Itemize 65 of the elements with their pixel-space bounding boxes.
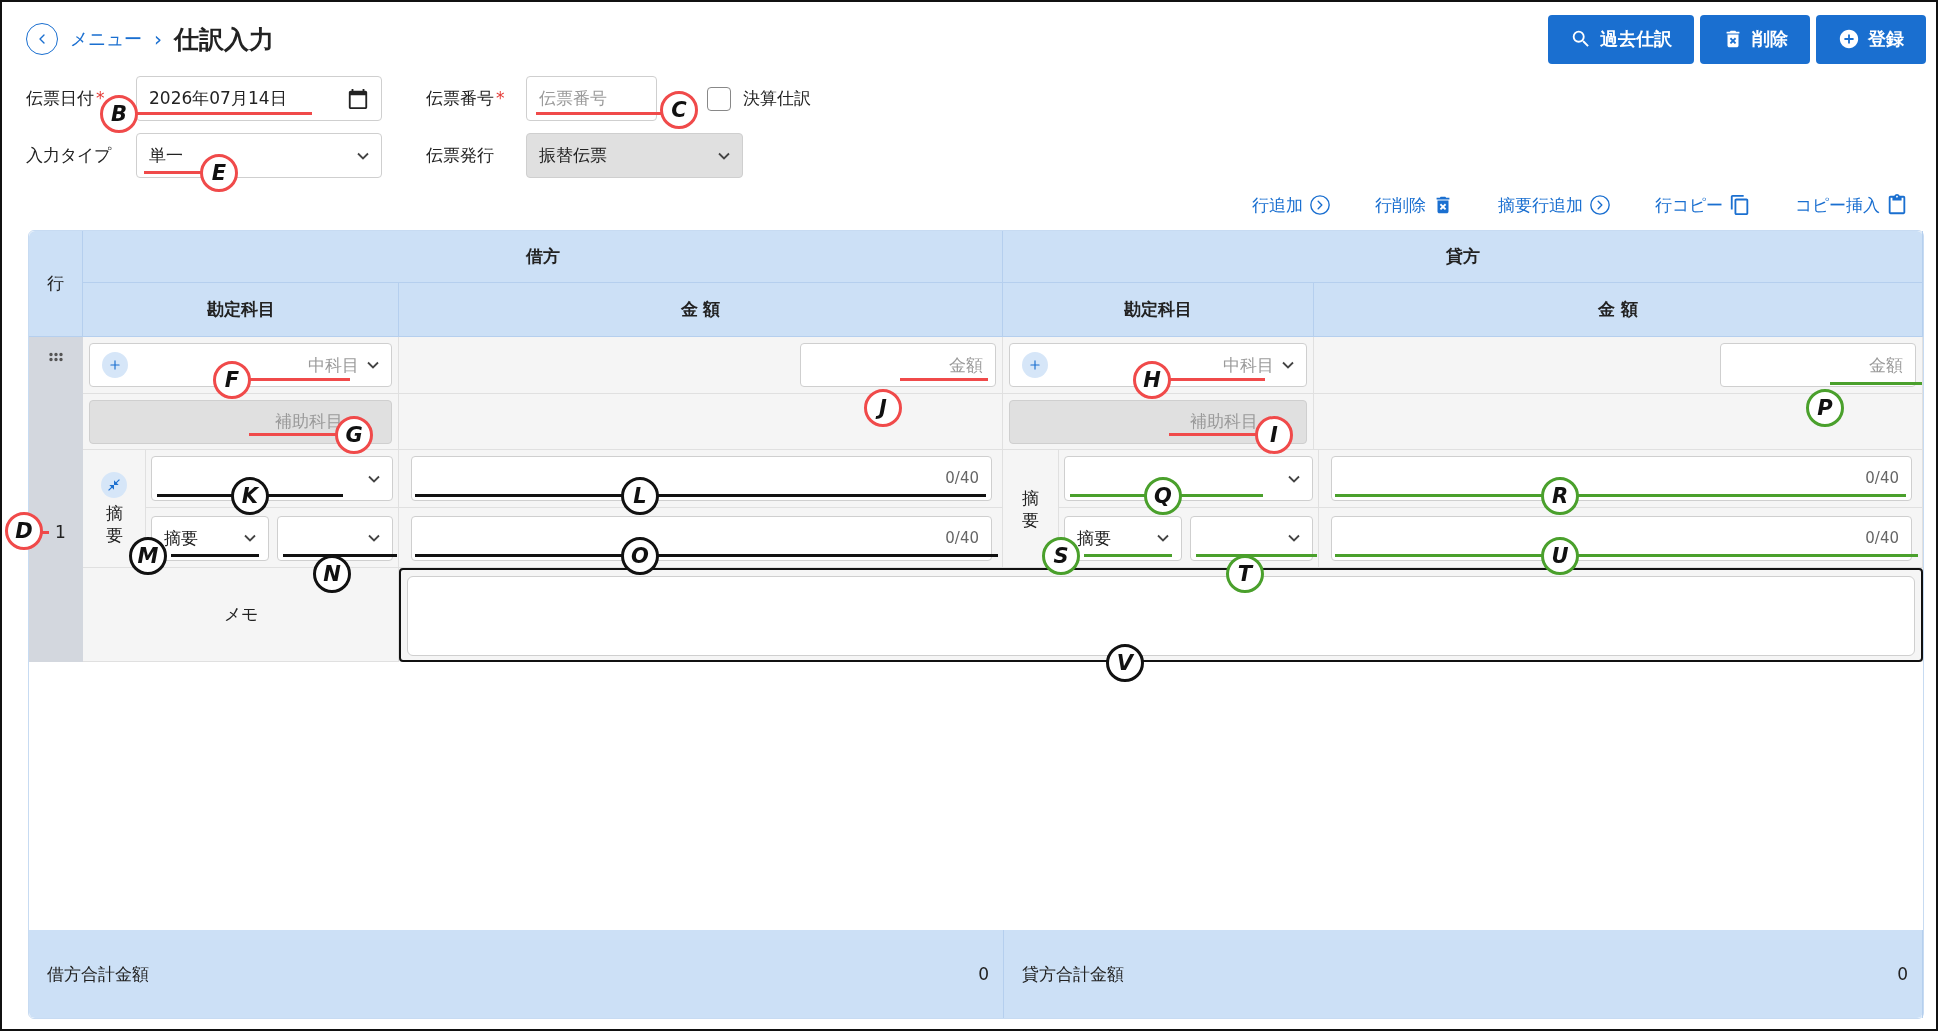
column-header: 借方	[83, 231, 1003, 283]
plus-icon	[1022, 352, 1048, 378]
page-title: 仕訳入力	[174, 23, 274, 56]
voucher-number-field[interactable]: 伝票番号	[526, 76, 657, 121]
callout-marker: L	[621, 477, 659, 515]
field-label: 伝票発行	[426, 144, 495, 167]
search-icon	[1570, 28, 1592, 50]
column-header: 貸方	[1003, 231, 1923, 283]
action-button[interactable]: 登録	[1816, 14, 1926, 64]
field-label: 伝票日付	[26, 88, 94, 108]
row-number: 1	[55, 522, 66, 542]
summary-select[interactable]	[277, 515, 393, 561]
chevron-down-icon	[1157, 534, 1169, 542]
callout-marker: K	[231, 477, 269, 515]
chevron-circle-icon	[1589, 194, 1611, 216]
plus-icon	[102, 352, 128, 378]
required-mark: *	[496, 88, 505, 108]
chevron-down-icon	[368, 534, 380, 542]
checkbox-label: 決算仕訳	[743, 87, 811, 110]
memo-label: メモ	[223, 603, 258, 626]
total-value: 0	[1897, 964, 1908, 984]
callout-marker: H	[1133, 361, 1171, 399]
chevron-down-icon	[357, 151, 369, 160]
back-button[interactable]	[26, 23, 58, 55]
row-tool-link[interactable]: 行コピー	[1655, 193, 1751, 217]
field-label: 入力タイプ	[26, 144, 113, 167]
chevron-down-icon	[718, 151, 730, 160]
breadcrumb-link[interactable]: メニュー	[70, 27, 142, 51]
callout-marker: F	[213, 361, 251, 399]
total-value: 0	[978, 964, 989, 984]
total-label: 借方合計金額	[47, 962, 149, 986]
clipboard-icon	[1886, 194, 1908, 216]
collapse-icon[interactable]	[101, 471, 127, 498]
callout-marker: J	[864, 389, 902, 427]
action-button[interactable]: 過去仕訳	[1548, 14, 1694, 64]
row-tool-link[interactable]: 行追加	[1252, 193, 1331, 217]
summary-label: 摘要	[1022, 486, 1039, 532]
chevron-circle-icon	[1309, 194, 1331, 216]
chevron-down-icon	[1288, 534, 1300, 542]
callout-marker: D	[5, 512, 43, 550]
callout-marker: P	[1806, 389, 1844, 427]
chevron-down-icon	[244, 534, 256, 542]
copy-icon	[1729, 194, 1751, 216]
chevron-down-icon	[367, 361, 379, 369]
summary-select[interactable]	[151, 456, 393, 501]
date-field[interactable]: 2026年07月14日	[136, 76, 382, 121]
amount-field[interactable]: 金額	[1720, 343, 1916, 387]
amount-field[interactable]: 金額	[800, 343, 996, 387]
chevron-down-icon	[368, 474, 380, 483]
total-label: 貸方合計金額	[1022, 962, 1124, 986]
callout-marker: E	[200, 154, 238, 192]
callout-marker: C	[660, 91, 698, 129]
checkbox[interactable]	[707, 86, 731, 111]
calendar-icon	[347, 87, 369, 110]
chevron-down-icon	[1288, 474, 1300, 483]
row-tool-link[interactable]: コピー挿入	[1795, 193, 1908, 217]
callout-marker: Q	[1144, 477, 1182, 515]
summary-label: 摘要	[105, 501, 123, 547]
callout-marker: R	[1541, 477, 1579, 515]
row-tool-link[interactable]: 行削除	[1375, 193, 1454, 217]
chevron-down-icon	[1282, 361, 1294, 369]
breadcrumb-separator: ›	[154, 27, 162, 51]
row-tool-link[interactable]: 摘要行追加	[1498, 193, 1611, 217]
field-label: 伝票番号	[426, 88, 494, 108]
action-button[interactable]: 削除	[1700, 14, 1810, 64]
